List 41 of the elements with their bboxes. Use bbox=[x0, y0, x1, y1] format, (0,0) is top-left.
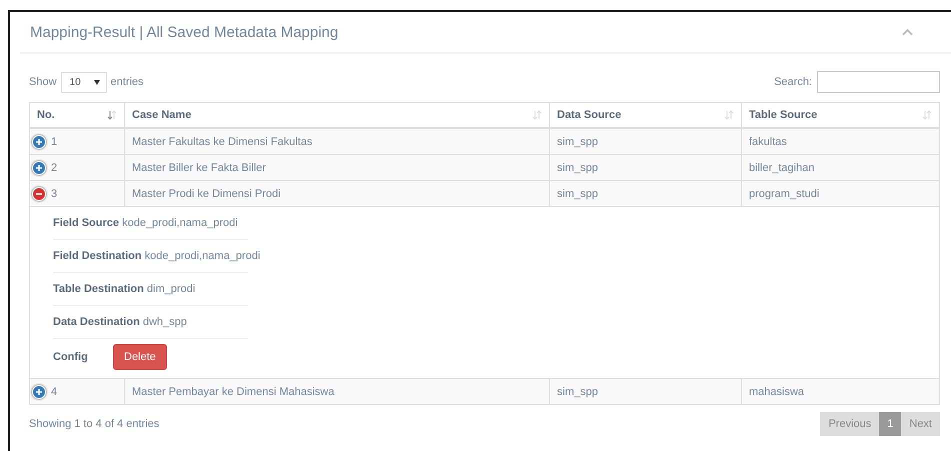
table-cell: 2 bbox=[51, 162, 58, 174]
table-cell: 4 bbox=[51, 386, 58, 398]
expand-icon[interactable] bbox=[32, 384, 46, 398]
table-cell: sim_spp bbox=[550, 128, 742, 154]
table-cell: fakultas bbox=[742, 128, 940, 154]
delete-button[interactable]: Delete bbox=[113, 344, 167, 370]
chevron-up-icon[interactable] bbox=[902, 28, 913, 36]
column-header[interactable]: Data Source bbox=[557, 109, 622, 121]
column-header[interactable]: No. bbox=[37, 109, 55, 121]
table-cell: Master Prodi ke Dimensi Prodi bbox=[124, 180, 550, 206]
table-cell: program_studi bbox=[742, 180, 940, 206]
detail-text: Data Destination dwh_spp bbox=[53, 316, 187, 328]
table-cell: sim_spp bbox=[550, 378, 742, 404]
table-info: Showing 1 to 4 of 4 entries bbox=[29, 418, 160, 430]
detail-text: Field Destination kode_prodi,nama_prodi bbox=[53, 250, 260, 262]
panel-title: Mapping-Result | All Saved Metadata Mapping bbox=[30, 24, 338, 40]
table-cell: mahasiswa bbox=[742, 378, 940, 404]
table-cell: Master Biller ke Fakta Biller bbox=[124, 154, 550, 180]
table-cell: sim_spp bbox=[550, 154, 742, 180]
table-cell: sim_spp bbox=[550, 180, 742, 206]
sort-icon[interactable] bbox=[107, 110, 117, 120]
search-label: Search: bbox=[774, 76, 812, 88]
collapse-icon[interactable] bbox=[32, 186, 46, 200]
table-cell: 3 bbox=[51, 188, 58, 200]
detail-text: Table Destination dim_prodi bbox=[53, 283, 196, 295]
detail-text: Field Source kode_prodi,nama_prodi bbox=[53, 217, 238, 229]
column-header[interactable]: Table Source bbox=[749, 109, 818, 121]
table-cell: biller_tagihan bbox=[742, 154, 940, 180]
table-cell: Master Pembayar ke Dimensi Mahasiswa bbox=[124, 378, 550, 404]
caret-icon bbox=[94, 80, 100, 84]
config-label: Config bbox=[53, 351, 89, 363]
table-cell: 1 bbox=[51, 136, 58, 148]
entries-label: entries bbox=[110, 76, 144, 88]
page-button[interactable]: 1 bbox=[879, 412, 902, 436]
expand-icon[interactable] bbox=[32, 160, 46, 174]
table-cell: Master Fakultas ke Dimensi Fakultas bbox=[124, 128, 550, 154]
column-header[interactable]: Case Name bbox=[132, 109, 192, 121]
show-label: Show bbox=[29, 76, 57, 88]
search-field[interactable] bbox=[817, 71, 940, 93]
expand-icon[interactable] bbox=[32, 134, 46, 148]
entries-select[interactable]: 10 bbox=[60, 72, 107, 92]
